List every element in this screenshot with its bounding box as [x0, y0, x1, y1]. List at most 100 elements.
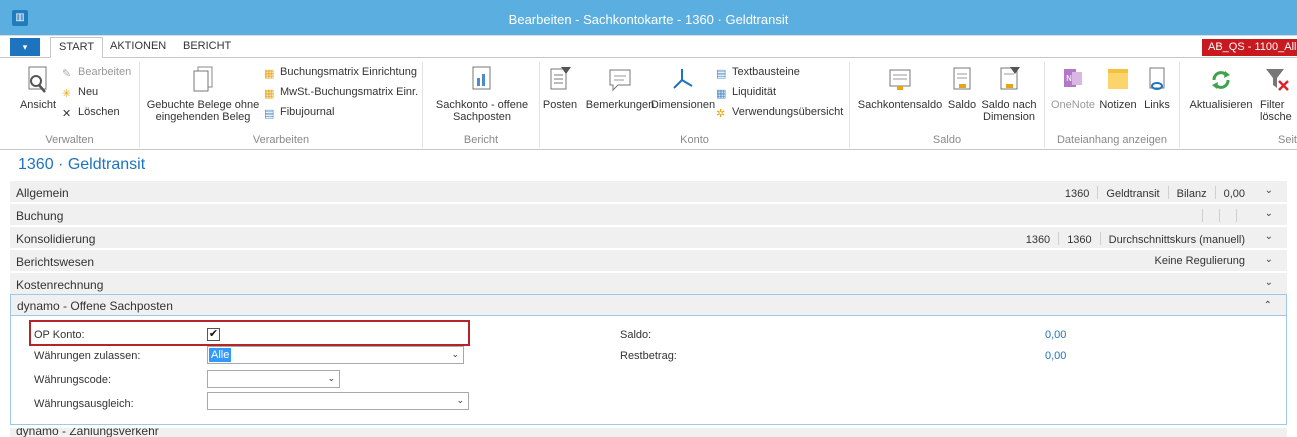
waehrungen-zulassen-value: Alle [209, 348, 232, 362]
fasttab-allgemein[interactable]: Allgemein 1360 Geldtransit Bilanz 0,00 ⌄ [10, 180, 1287, 202]
fasttab-allgemein-summary: 1360 Geldtransit Bilanz 0,00 [1065, 186, 1245, 200]
chevron-down-icon[interactable]: ⌄ [1265, 254, 1273, 265]
sachkontensaldo-button[interactable]: Sachkontensaldo [854, 66, 946, 111]
group-bericht: Sachkonto - offene Sachposten Bericht [423, 62, 540, 148]
fasttab-berichtswesen-label: Berichtswesen [16, 255, 95, 269]
fasttab-dynamo-zahlung[interactable]: dynamo - Zahlungsverkehr [10, 428, 1287, 437]
clear-filter-icon [1266, 69, 1289, 91]
saldo-btn-label: Saldo [947, 99, 977, 111]
bearbeiten-button[interactable]: ✎ Bearbeiten [62, 66, 132, 80]
fasttab-buchung[interactable]: Buchung ⌄ [10, 203, 1287, 225]
loeschen-button[interactable]: ✕ Löschen [62, 106, 120, 120]
refresh-icon [1212, 71, 1230, 89]
balance-icon [889, 69, 911, 90]
summary-debit-account: 1360 [1025, 234, 1051, 246]
sachkonto-offene-label-1: Sachkonto - offene [435, 99, 529, 111]
summary-no: 1360 [1064, 188, 1090, 200]
fasttab-konsolidierung[interactable]: Konsolidierung 1360 1360 Durchschnittskurs… [10, 226, 1287, 248]
fasttab-konsolidierung-summary: 1360 1360 Durchschnittskurs (manuell) [1026, 232, 1245, 246]
file-menu-button[interactable]: ▾ [10, 38, 40, 56]
waehrungsausgleich-select[interactable]: ⌄ [207, 392, 469, 410]
saldo-button[interactable]: Saldo [942, 66, 982, 111]
group-verwalten: Ansicht ✎ Bearbeiten ✳ Neu ✕ Löschen Verwal… [0, 62, 140, 148]
group-label-saldo: Saldo [932, 134, 962, 146]
dimensionen-button[interactable]: Dimensionen [650, 66, 716, 111]
neu-label: Neu [78, 86, 99, 98]
summary-balance: 0,00 [1223, 188, 1245, 200]
fibujournal-label: Fibujournal [280, 106, 335, 118]
textbausteine-button[interactable]: ▤ Textbausteine [716, 66, 800, 80]
bemerkungen-label: Bemerkungen [585, 99, 655, 111]
saldo-nach-dimension-label-2: Dimension [983, 111, 1035, 123]
group-seite: Aktualisieren Filter lösche Seit [1180, 62, 1297, 148]
ansicht-button[interactable]: Ansicht [18, 66, 58, 111]
fasttab-buchung-summary [1194, 209, 1245, 223]
balance-dimension-icon [1000, 67, 1020, 90]
posten-button[interactable]: Posten [540, 66, 580, 111]
note-icon [1108, 69, 1128, 89]
fasttab-kostenrechnung-label: Kostenrechnung [16, 278, 104, 292]
chevron-down-icon[interactable]: ⌄ [1265, 231, 1273, 242]
links-label: Links [1144, 99, 1170, 111]
textbausteine-label: Textbausteine [732, 66, 800, 78]
chevron-down-icon[interactable]: ⌄ [1265, 277, 1273, 288]
fasttab-kostenrechnung[interactable]: Kostenrechnung ⌄ [10, 272, 1287, 294]
gebuchte-belege-button[interactable]: Gebuchte Belege ohne eingehenden Beleg [146, 66, 260, 123]
verwendung-button[interactable]: ✲ Verwendungsübersicht [716, 106, 843, 120]
waehrungen-zulassen-select[interactable]: Alle ⌄ [207, 346, 464, 364]
chevron-down-icon[interactable]: ⌄ [1265, 185, 1273, 196]
mwst-matrix-button[interactable]: ▦ MwSt.-Buchungsmatrix Einr. [264, 86, 418, 100]
tab-aktionen[interactable]: AKTIONEN [110, 40, 166, 52]
page-title: 1360 · Geldtransit [18, 156, 146, 173]
onenote-button[interactable]: N OneNote [1051, 66, 1095, 111]
tab-bericht[interactable]: BERICHT [183, 40, 231, 52]
neu-button[interactable]: ✳ Neu [62, 86, 99, 100]
filter-loeschen-label-1: Filter [1260, 99, 1285, 111]
dimensions-icon [673, 69, 693, 89]
sachkontensaldo-label: Sachkontensaldo [857, 99, 943, 111]
tab-start[interactable]: START [50, 37, 104, 58]
fasttab-allgemein-label: Allgemein [16, 186, 69, 200]
onenote-label: OneNote [1051, 99, 1096, 111]
fasttab-berichtswesen[interactable]: Berichtswesen Keine Regulierung ⌄ [10, 249, 1287, 271]
bearbeiten-label: Bearbeiten [78, 66, 132, 78]
group-label-dateianhang: Dateianhang anzeigen [1056, 134, 1168, 146]
onenote-icon: N [1064, 69, 1082, 87]
delete-icon: ✕ [62, 108, 72, 120]
fibujournal-button[interactable]: ▤ Fibujournal [264, 106, 335, 120]
pencil-icon: ✎ [62, 68, 72, 80]
saldo-value[interactable]: 0,00 [1045, 329, 1066, 341]
sachkonto-offene-button[interactable]: Sachkonto - offene Sachposten [427, 66, 537, 123]
fasttab-konsolidierung-label: Konsolidierung [16, 232, 96, 246]
waehrungscode-label: Währungscode: [34, 374, 112, 386]
fasttab-dynamo-zahlung-label: dynamo - Zahlungsverkehr [16, 428, 159, 437]
chevron-up-icon[interactable]: ⌃ [1264, 300, 1272, 311]
documents-icon [193, 66, 213, 92]
ansicht-label: Ansicht [19, 99, 57, 111]
liquiditaet-button[interactable]: ▦ Liquidität [716, 86, 777, 100]
restbetrag-value[interactable]: 0,00 [1045, 350, 1066, 362]
saldo-label: Saldo: [620, 329, 652, 341]
notizen-button[interactable]: Notizen [1097, 66, 1139, 111]
chevron-down-icon[interactable]: ⌄ [1265, 208, 1273, 219]
saldo-nach-dimension-button[interactable]: Saldo nach Dimension [978, 66, 1040, 123]
buchungsmatrix-button[interactable]: ▦ Buchungsmatrix Einrichtung [264, 66, 417, 80]
sachkonto-offene-label-2: Sachposten [452, 111, 512, 123]
balance-sheet-icon [953, 67, 971, 90]
waehrungen-zulassen-label: Währungen zulassen: [34, 350, 141, 362]
entries-icon [550, 67, 571, 90]
svg-text:N: N [1066, 74, 1072, 83]
waehrungsausgleich-label: Währungsausgleich: [34, 398, 134, 410]
company-badge[interactable]: AB_QS - 1100_AllMe [1202, 39, 1297, 56]
waehrungscode-select[interactable]: ⌄ [207, 370, 340, 388]
aktualisieren-button[interactable]: Aktualisieren [1186, 66, 1256, 111]
liquidity-icon: ▦ [716, 88, 727, 100]
liquiditaet-label: Liquidität [732, 86, 777, 98]
links-button[interactable]: Links [1139, 66, 1175, 111]
filter-loeschen-button[interactable]: Filter lösche [1260, 66, 1297, 123]
group-dateianhang: N OneNote Notizen Links Dateianhang anze… [1045, 62, 1180, 148]
fasttab-buchung-label: Buchung [16, 209, 64, 223]
group-label-seite: Seit [1278, 134, 1297, 146]
view-icon [28, 66, 47, 93]
fasttab-dynamo-op[interactable]: dynamo - Offene Sachposten ⌃ [10, 294, 1287, 316]
